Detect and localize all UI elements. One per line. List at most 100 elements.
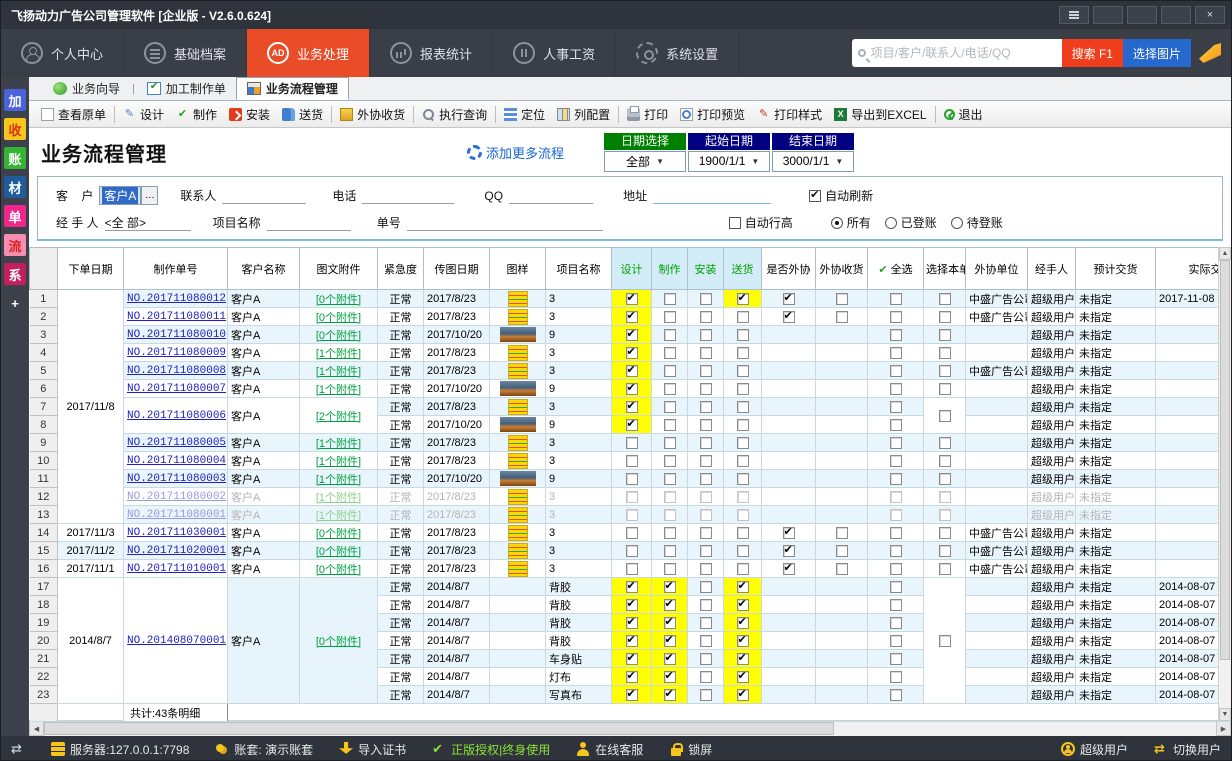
checkbox-icon[interactable] <box>890 635 902 647</box>
checkbox-icon[interactable] <box>664 563 676 575</box>
sidebar-item-流[interactable]: 流 <box>4 234 26 256</box>
checkbox-icon[interactable] <box>626 311 638 323</box>
checkbox-icon[interactable] <box>626 671 638 683</box>
status-账套: 演示账套[interactable]: 账套: 演示账套 <box>215 741 313 758</box>
attachments-link[interactable]: [1个附件] <box>316 348 361 360</box>
checkbox-icon[interactable] <box>626 293 638 305</box>
add-flow-link[interactable]: 添加更多流程 <box>467 143 564 162</box>
attachments-link[interactable]: [0个附件] <box>316 636 361 648</box>
col-header-图样[interactable]: 图样 <box>490 248 546 290</box>
checkbox-icon[interactable] <box>626 653 638 665</box>
pick-image-button[interactable]: 选择图片 <box>1123 39 1191 67</box>
checkbox-icon[interactable] <box>890 347 902 359</box>
checkbox-icon[interactable] <box>890 509 902 521</box>
checkbox-icon[interactable] <box>890 671 902 683</box>
order-no-link[interactable]: NO.201711080005 <box>127 437 226 449</box>
handler-input[interactable]: <全 部> <box>105 214 191 231</box>
attachments-link[interactable]: [1个附件] <box>316 474 361 486</box>
checkbox-icon[interactable] <box>664 581 676 593</box>
menu-thumbnail[interactable] <box>508 453 528 469</box>
nav-item-业务处理[interactable]: AD业务处理 <box>247 29 370 77</box>
checkbox-icon[interactable] <box>737 293 749 305</box>
checkbox-icon[interactable] <box>626 545 638 557</box>
checkbox-icon[interactable] <box>783 545 795 557</box>
checkbox-icon[interactable] <box>890 419 902 431</box>
checkbox-icon[interactable] <box>737 437 749 449</box>
checkbox-icon[interactable] <box>939 347 951 359</box>
checkbox-icon[interactable] <box>737 689 749 701</box>
status-正版授权|终身使用[interactable]: 正版授权|终身使用 <box>432 741 550 758</box>
checkbox-icon[interactable] <box>700 581 712 593</box>
nav-item-个人中心[interactable]: 个人中心 <box>1 29 124 77</box>
attachments-link[interactable]: [1个附件] <box>316 438 361 450</box>
checkbox-icon[interactable] <box>626 347 638 359</box>
toolbar-制作[interactable]: 制作 <box>170 101 223 127</box>
order-no-link[interactable]: NO.201711080007 <box>127 383 226 395</box>
checkbox-icon[interactable] <box>939 509 951 521</box>
checkbox-icon[interactable] <box>700 527 712 539</box>
nav-item-报表统计[interactable]: 报表统计 <box>370 29 493 77</box>
radio-待登账[interactable]: 待登账 <box>951 214 1003 231</box>
checkbox-icon[interactable] <box>890 437 902 449</box>
status-导入证书[interactable]: 导入证书 <box>339 741 406 758</box>
photo-thumbnail[interactable] <box>500 471 536 486</box>
checkbox-icon[interactable] <box>626 527 638 539</box>
checkbox-icon[interactable] <box>783 311 795 323</box>
checkbox-icon[interactable] <box>664 311 676 323</box>
checkbox-icon[interactable] <box>939 437 951 449</box>
checkbox-icon[interactable] <box>737 563 749 575</box>
checkbox-icon[interactable] <box>700 617 712 629</box>
col-header-送货[interactable]: 送货 <box>724 248 762 290</box>
checkbox-icon[interactable] <box>890 599 902 611</box>
toolbar-安装[interactable]: 安装 <box>223 101 276 127</box>
checkbox-icon[interactable] <box>626 383 638 395</box>
checkbox-icon[interactable] <box>664 545 676 557</box>
menu-button[interactable] <box>1059 6 1089 24</box>
auto-row-height-checkbox[interactable]: 自动行高 <box>729 214 793 231</box>
photo-thumbnail[interactable] <box>500 327 536 342</box>
order-no-link[interactable]: NO.201711080012 <box>127 293 226 305</box>
checkbox-icon[interactable] <box>700 365 712 377</box>
toolbar-执行查询[interactable]: 执行查询 <box>416 101 493 127</box>
checkbox-icon[interactable] <box>939 545 951 557</box>
checkbox-icon[interactable] <box>737 581 749 593</box>
checkbox-icon[interactable] <box>737 599 749 611</box>
checkbox-icon[interactable] <box>737 365 749 377</box>
checkbox-icon[interactable] <box>626 401 638 413</box>
checkbox-icon[interactable] <box>700 671 712 683</box>
checkbox-icon[interactable] <box>664 509 676 521</box>
order-no-link[interactable]: NO.201711080006 <box>127 410 226 422</box>
attachments-link[interactable]: [1个附件] <box>316 384 361 396</box>
scroll-up-arrow[interactable]: ▲ <box>1219 247 1231 260</box>
contact-input[interactable] <box>222 187 306 204</box>
qq-input[interactable] <box>509 187 593 204</box>
customer-input[interactable]: 客户A <box>99 186 141 205</box>
vertical-scrollbar[interactable]: ▲ ▼ <box>1218 247 1231 721</box>
project-input[interactable] <box>267 214 351 231</box>
checkbox-icon[interactable] <box>700 473 712 485</box>
attachments-link[interactable]: [1个附件] <box>316 492 361 504</box>
checkbox-icon[interactable] <box>737 311 749 323</box>
attachments-link[interactable]: [2个附件] <box>316 411 361 423</box>
checkbox-icon[interactable] <box>700 311 712 323</box>
menu-thumbnail[interactable] <box>508 345 528 361</box>
checkbox-icon[interactable] <box>939 293 951 305</box>
checkbox-icon[interactable] <box>664 365 676 377</box>
checkbox-icon[interactable] <box>890 491 902 503</box>
checkbox-icon[interactable] <box>664 401 676 413</box>
col-header-紧急度[interactable]: 紧急度 <box>378 248 424 290</box>
photo-thumbnail[interactable] <box>500 417 536 432</box>
date-filter-dropdown[interactable]: 3000/1/1▼ <box>772 151 854 172</box>
col-header-制作[interactable]: 制作 <box>652 248 688 290</box>
minimize-button[interactable] <box>1127 6 1157 24</box>
col-header-经手人[interactable]: 经手人 <box>1028 248 1076 290</box>
checkbox-icon[interactable] <box>664 329 676 341</box>
checkbox-icon[interactable] <box>700 419 712 431</box>
checkbox-icon[interactable] <box>939 410 951 422</box>
order-no-link[interactable]: NO.201711080011 <box>127 311 226 323</box>
checkbox-icon[interactable] <box>890 311 902 323</box>
checkbox-icon[interactable] <box>626 689 638 701</box>
attachments-link[interactable]: [0个附件] <box>316 564 361 576</box>
search-input[interactable] <box>871 46 1056 60</box>
checkbox-icon[interactable] <box>939 473 951 485</box>
